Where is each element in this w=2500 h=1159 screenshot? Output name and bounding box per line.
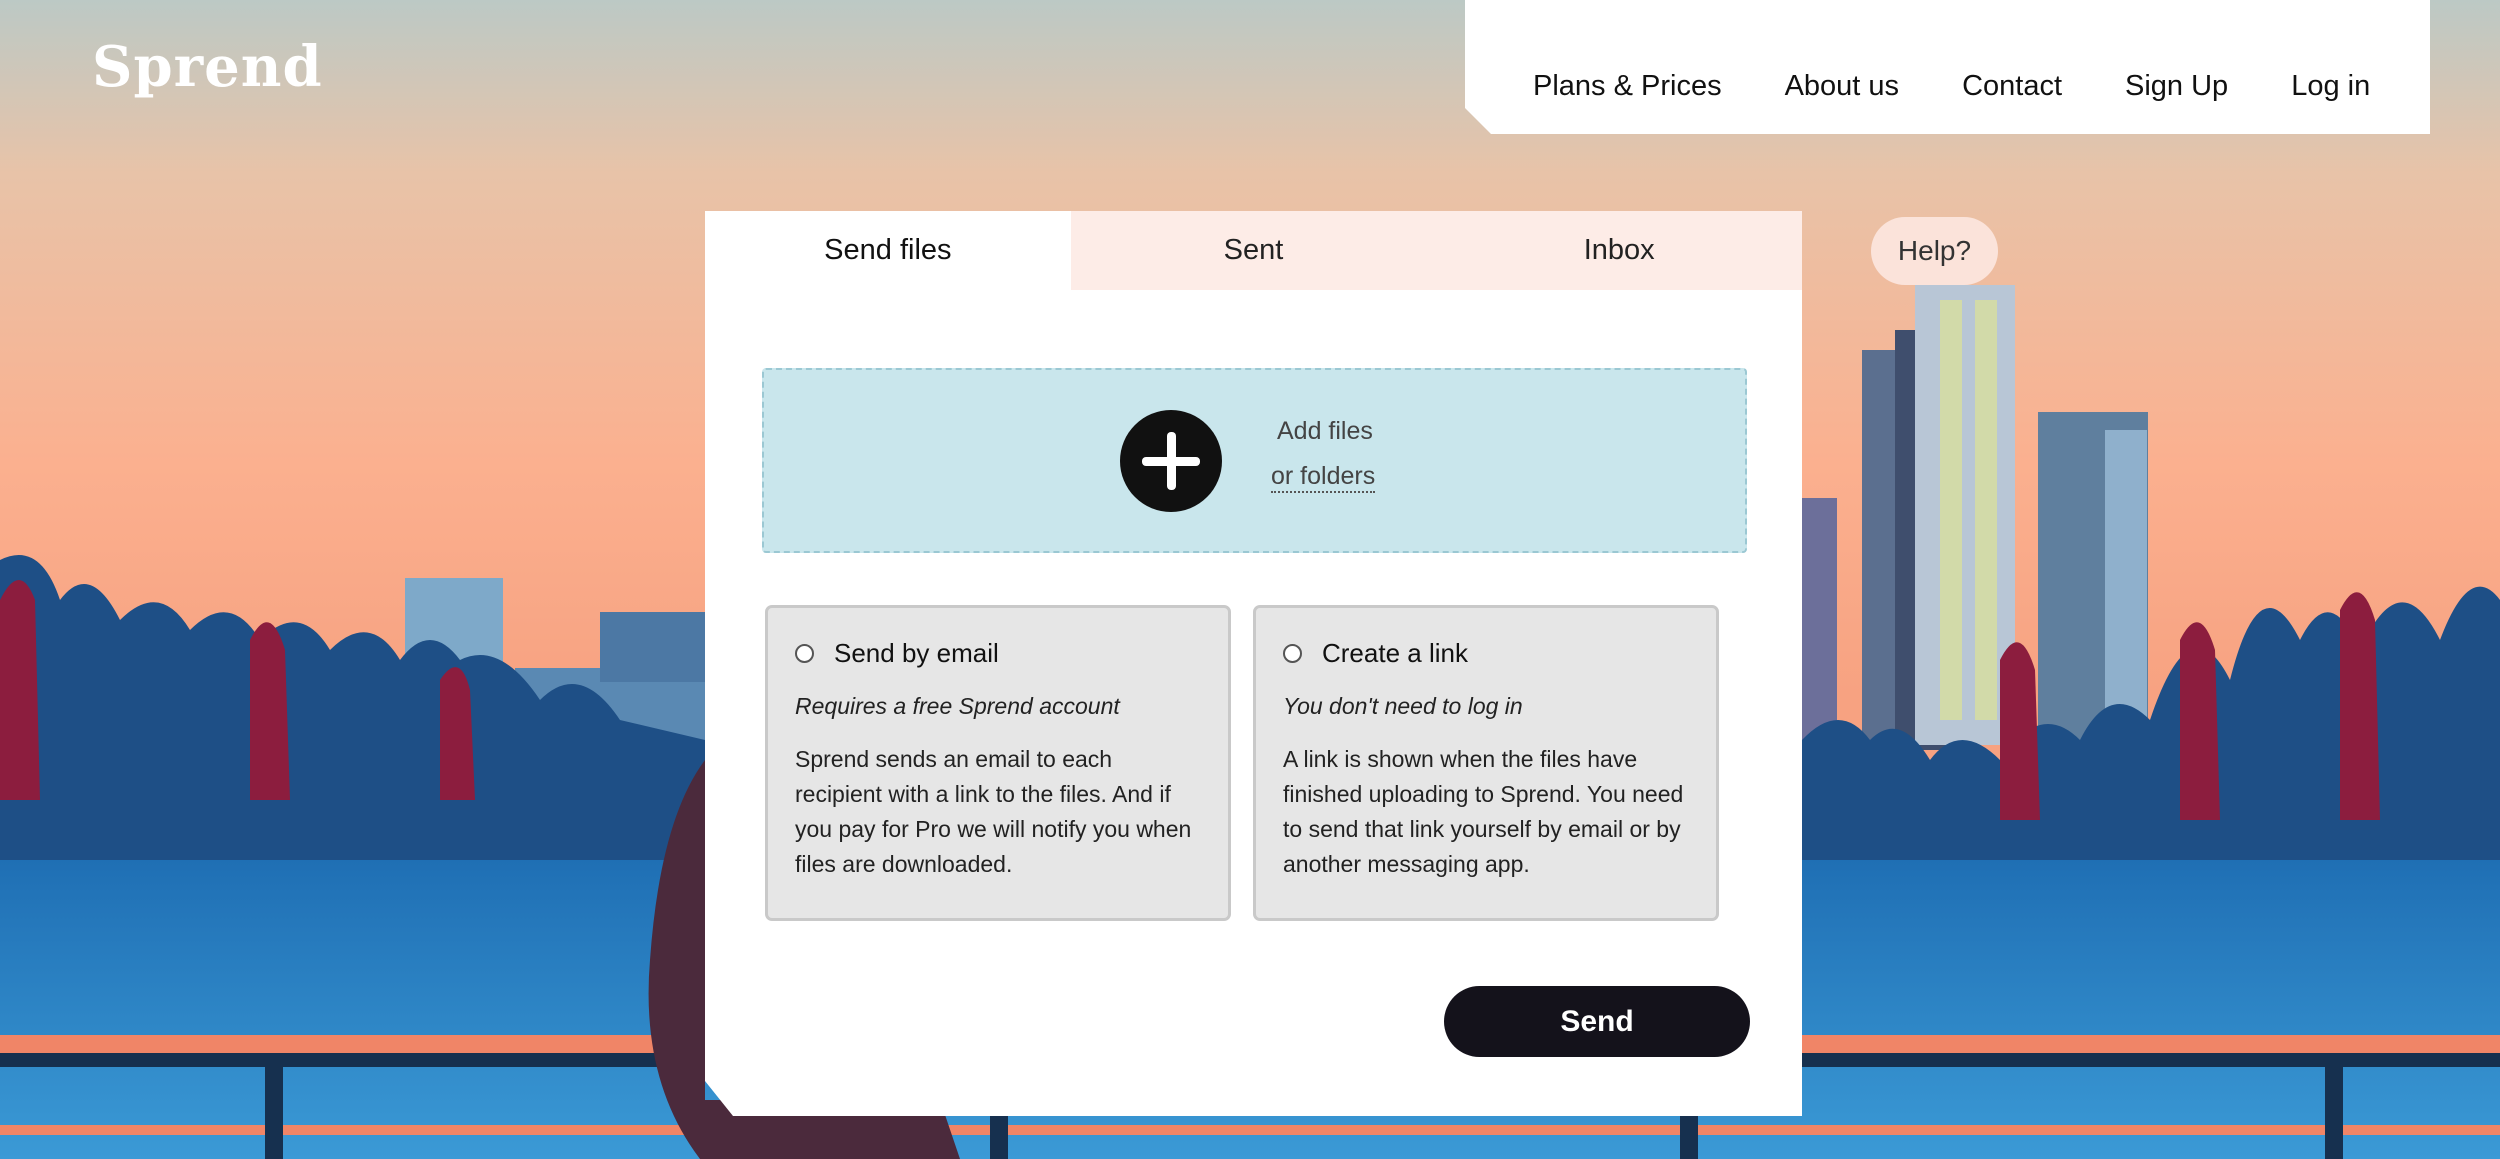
nav-plans-prices[interactable]: Plans & Prices bbox=[1533, 70, 1722, 103]
send-by-email-radio[interactable] bbox=[795, 644, 814, 663]
option-title: Create a link bbox=[1322, 638, 1468, 668]
option-note: Requires a free Sprend account bbox=[795, 693, 1120, 719]
tab-bar: Send files Sent Inbox bbox=[705, 211, 1802, 290]
option-title: Send by email bbox=[834, 638, 999, 668]
tab-sent[interactable]: Sent bbox=[1070, 211, 1437, 290]
send-panel: Send files Sent Inbox Add files or folde… bbox=[705, 211, 1802, 1116]
add-files-link[interactable]: Add files bbox=[1277, 417, 1373, 446]
option-header: Send by email bbox=[795, 638, 1201, 669]
help-button[interactable]: Help? bbox=[1871, 217, 1998, 285]
option-description: A link is shown when the files have fini… bbox=[1283, 746, 1684, 877]
tab-inbox[interactable]: Inbox bbox=[1436, 211, 1802, 290]
add-folders-link[interactable]: or folders bbox=[1271, 462, 1376, 493]
plus-circle-icon[interactable] bbox=[1120, 410, 1222, 512]
nav-sign-up[interactable]: Sign Up bbox=[2125, 70, 2228, 103]
top-navigation: Plans & Prices About us Contact Sign Up … bbox=[1465, 0, 2430, 134]
create-link-option[interactable]: Create a link You don't need to log in A… bbox=[1253, 605, 1719, 921]
nav-about-us[interactable]: About us bbox=[1785, 70, 1899, 103]
sprend-logo[interactable]: Sprend bbox=[92, 34, 323, 100]
send-by-email-option[interactable]: Send by email Requires a free Sprend acc… bbox=[765, 605, 1231, 921]
nav-log-in[interactable]: Log in bbox=[2291, 70, 2370, 103]
option-description: Sprend sends an email to each recipient … bbox=[795, 746, 1192, 877]
create-link-radio[interactable] bbox=[1283, 644, 1302, 663]
file-dropzone[interactable]: Add files or folders bbox=[762, 368, 1747, 553]
option-header: Create a link bbox=[1283, 638, 1689, 669]
nav-contact[interactable]: Contact bbox=[1962, 70, 2062, 103]
option-note: You don't need to log in bbox=[1283, 693, 1523, 719]
send-button[interactable]: Send bbox=[1444, 986, 1750, 1057]
tab-send-files[interactable]: Send files bbox=[705, 211, 1071, 290]
